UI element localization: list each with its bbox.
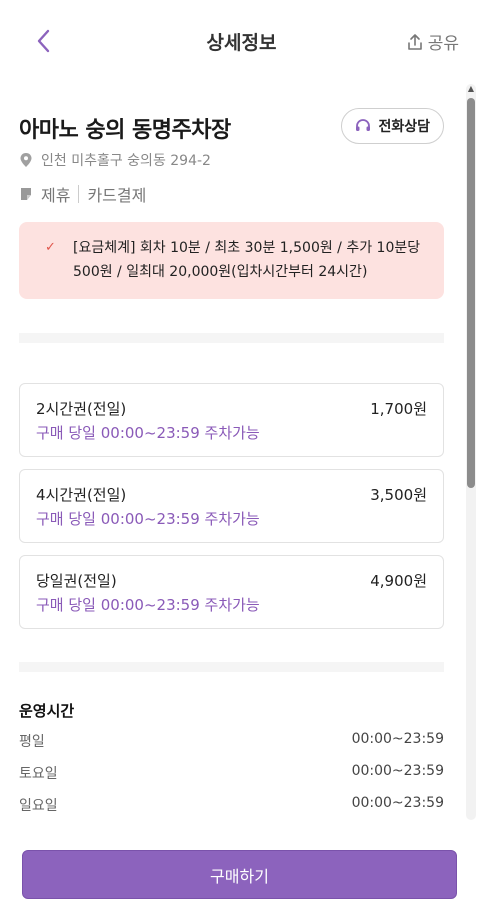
tag-divider <box>78 185 80 203</box>
scrollbar-thumb[interactable] <box>467 98 475 488</box>
ticket-note: 구매 당일 00:00~23:59 주차가능 <box>36 596 260 614</box>
tag-icon <box>21 188 31 200</box>
share-icon <box>407 33 422 50</box>
tags-row: 제휴 카드결제 <box>19 182 146 206</box>
hours-day-label: 토요일 <box>19 766 58 782</box>
check-icon: ✓ <box>45 240 56 255</box>
ticket-note: 구매 당일 00:00~23:59 주차가능 <box>36 510 260 528</box>
share-button[interactable]: 공유 <box>406 29 459 54</box>
address-text: 인천 미추홀구 숭의동 294-2 <box>41 153 211 169</box>
hours-row: 일요일 00:00~23:59 <box>19 795 444 817</box>
hours-day-label: 평일 <box>19 734 45 750</box>
title-row: 아마노 숭의 동명주차장 전화상담 <box>19 108 444 144</box>
call-consult-label: 전화상담 <box>378 119 430 135</box>
bottom-bar: 구매하기 <box>0 820 466 915</box>
hours-time-value: 00:00~23:59 <box>351 795 444 811</box>
tag-partner: 제휴 <box>41 186 71 205</box>
hours-day-label: 일요일 <box>19 798 58 814</box>
purchase-button[interactable]: 구매하기 <box>22 850 457 899</box>
header: 상세정보 공유 <box>0 0 483 84</box>
ticket-card[interactable]: 4시간권(전일) 3,500원 구매 당일 00:00~23:59 주차가능 <box>19 469 444 543</box>
section-divider <box>19 662 444 672</box>
ticket-name: 당일권(전일) <box>36 572 117 590</box>
hours-time-value: 00:00~23:59 <box>351 731 444 747</box>
ticket-card[interactable]: 당일권(전일) 4,900원 구매 당일 00:00~23:59 주차가능 <box>19 555 444 629</box>
parking-lot-name: 아마노 숭의 동명주차장 <box>19 118 231 143</box>
operating-hours-title: 운영시간 <box>19 702 75 720</box>
ticket-name: 4시간권(전일) <box>36 486 127 504</box>
ticket-card[interactable]: 2시간권(전일) 1,700원 구매 당일 00:00~23:59 주차가능 <box>19 383 444 457</box>
section-divider <box>19 333 444 343</box>
ticket-price: 4,900원 <box>370 572 427 590</box>
hours-time-value: 00:00~23:59 <box>351 763 444 779</box>
headset-icon <box>356 119 371 131</box>
ticket-note: 구매 당일 00:00~23:59 주차가능 <box>36 424 260 442</box>
fee-info-text: [요금체계] 회차 10분 / 최초 30분 1,500원 / 추가 10분당 … <box>73 236 428 284</box>
tag-card-payment: 카드결제 <box>87 186 147 205</box>
location-pin-icon <box>20 153 32 167</box>
hours-row: 토요일 00:00~23:59 <box>19 763 444 785</box>
hours-row: 평일 00:00~23:59 <box>19 731 444 753</box>
ticket-price: 3,500원 <box>370 486 427 504</box>
share-label: 공유 <box>427 34 459 54</box>
call-consult-button[interactable]: 전화상담 <box>341 108 444 144</box>
address-row: 인천 미추홀구 숭의동 294-2 <box>19 150 211 170</box>
ticket-price: 1,700원 <box>370 400 427 418</box>
fee-info-line1: [요금체계] 회차 10분 / 최초 30분 1,500원 / 추가 10분당 <box>73 240 421 256</box>
ticket-name: 2시간권(전일) <box>36 400 127 418</box>
fee-info-line2: 500원 / 일최대 20,000원(입차시간부터 24시간) <box>73 264 368 280</box>
fee-info-box: ✓ [요금체계] 회차 10분 / 최초 30분 1,500원 / 추가 10분… <box>19 222 444 299</box>
scroll-up-arrow-icon[interactable]: ▲ <box>466 84 476 94</box>
